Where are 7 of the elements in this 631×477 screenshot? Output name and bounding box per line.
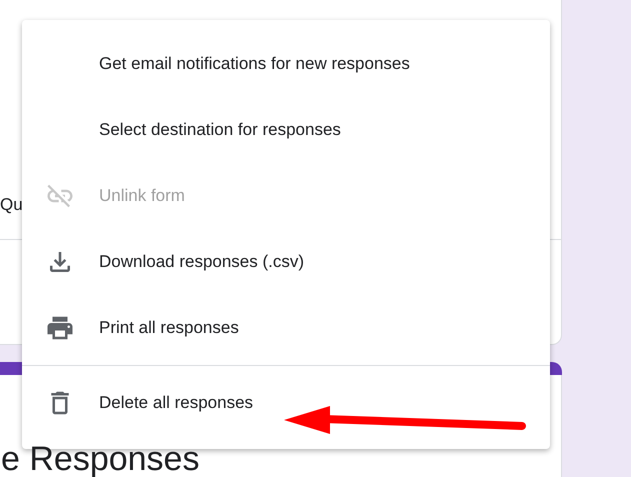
menu-item[interactable]: Delete all responses: [22, 370, 550, 436]
tab-label: Qu: [0, 194, 23, 216]
form-heading: e Responses: [1, 440, 200, 477]
menu-item[interactable]: Select destination for responses: [22, 97, 550, 163]
menu-item[interactable]: Download responses (.csv): [22, 229, 550, 295]
menu-item[interactable]: Print all responses: [22, 295, 550, 361]
menu-item[interactable]: Get email notifications for new responses: [22, 31, 550, 97]
